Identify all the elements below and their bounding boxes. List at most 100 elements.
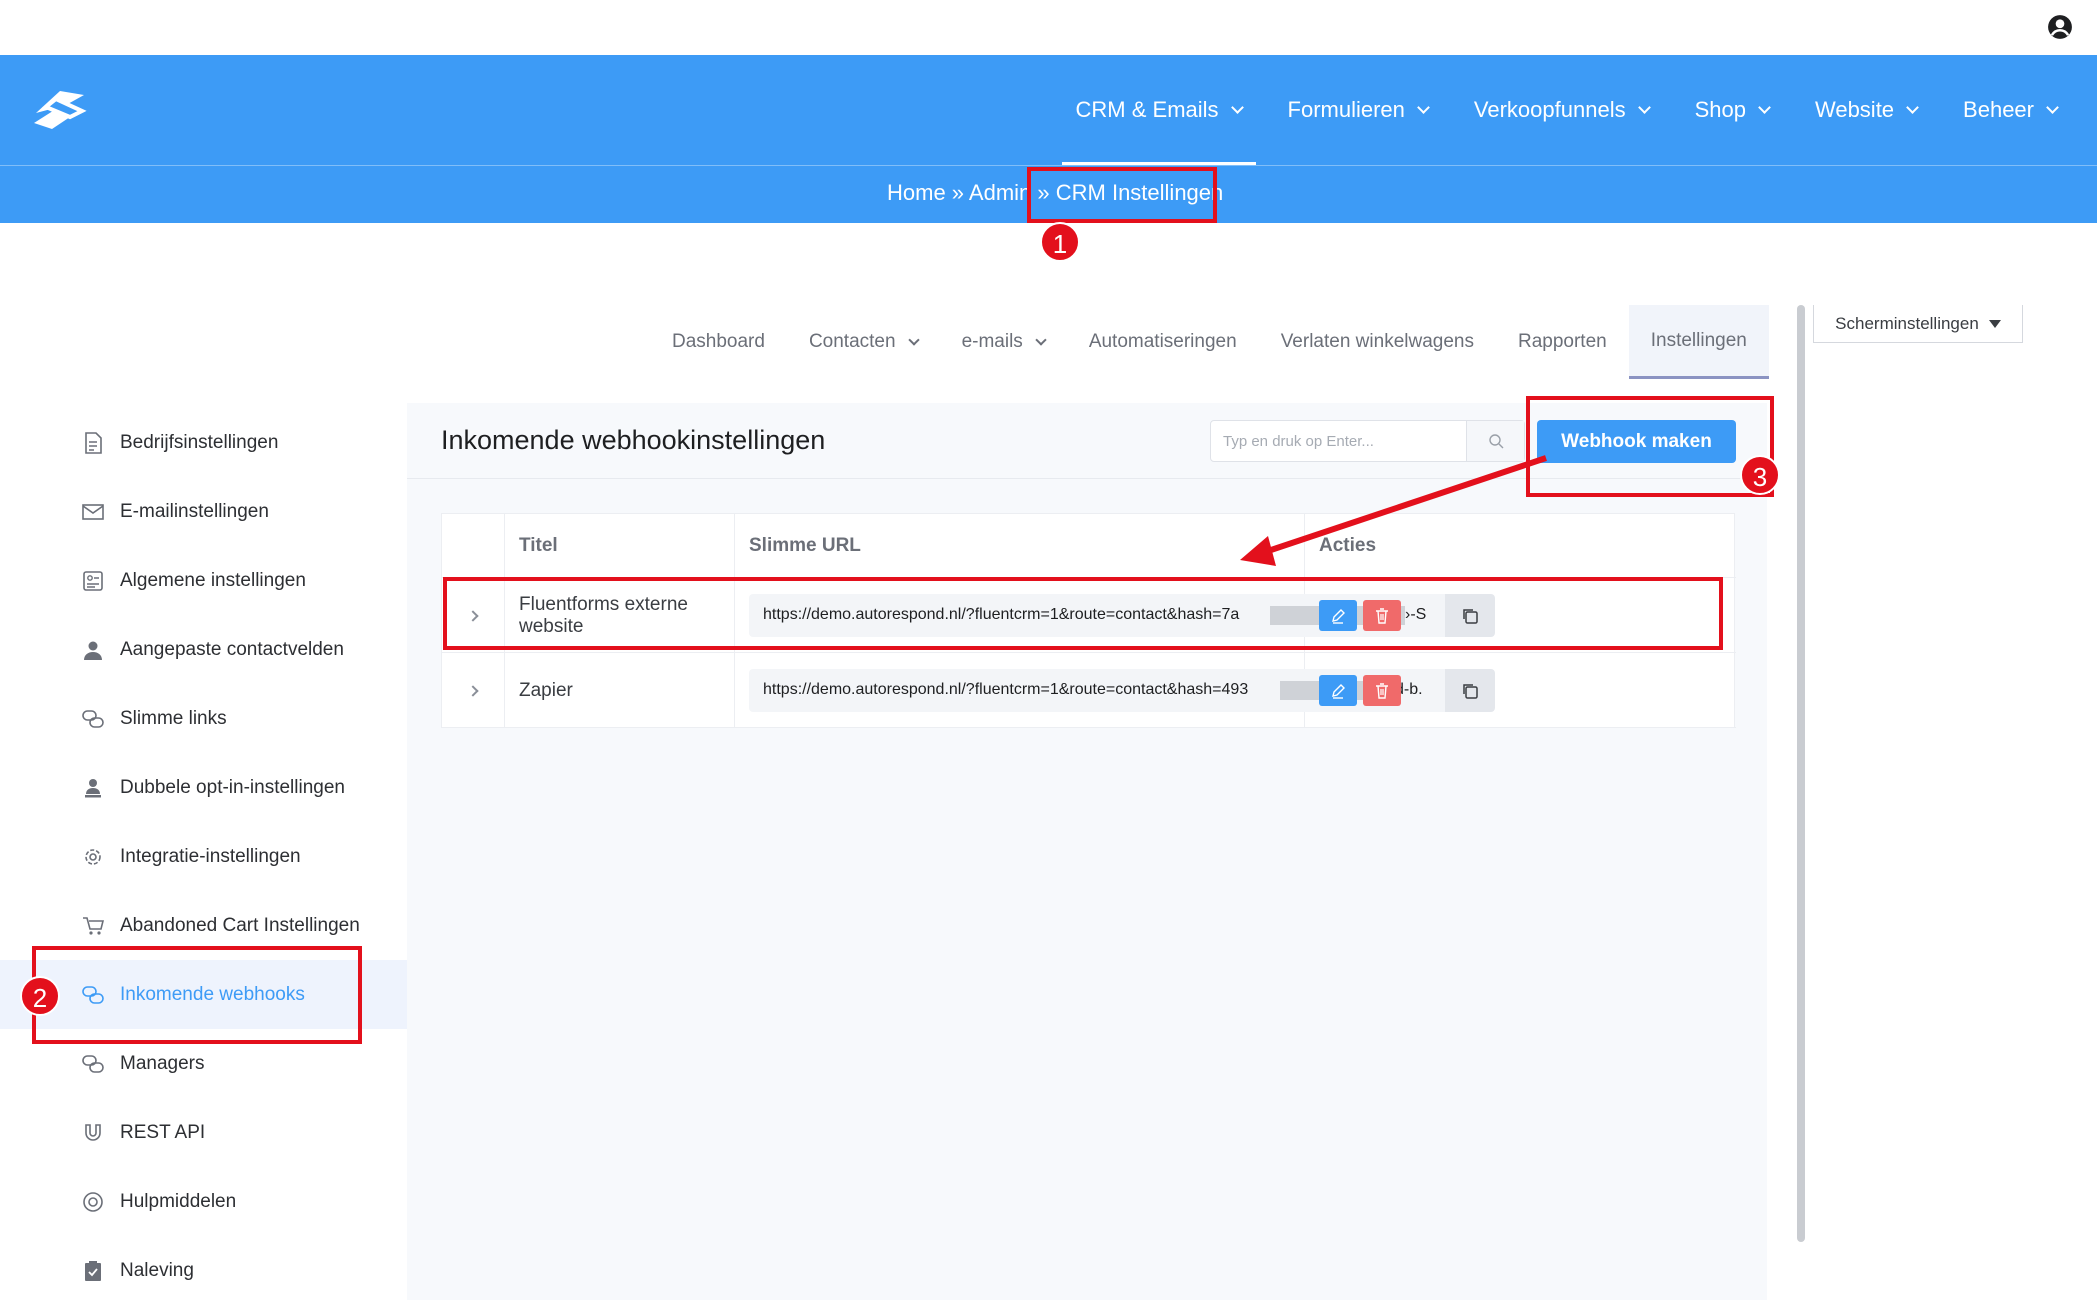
sidebar-item-slimme-links[interactable]: Slimme links xyxy=(0,684,407,753)
annotation-badge-2: 2 xyxy=(20,976,60,1016)
nav-label: Formulieren xyxy=(1287,97,1405,122)
pencil-icon xyxy=(1332,683,1345,699)
sidebar-item-label: Aangepaste contactvelden xyxy=(120,638,344,660)
top-bar xyxy=(0,0,2097,55)
sidebar-item-label: Algemene instellingen xyxy=(120,569,306,591)
sidebar-item-label: Abandoned Cart Instellingen xyxy=(120,914,360,936)
crm-tabs: Dashboard Contacten e-mails Automatiseri… xyxy=(650,305,1769,379)
smart-url-text: https://demo.autorespond.nl/?fluentcrm=1… xyxy=(763,681,1249,698)
chevron-down-icon xyxy=(907,333,920,346)
link-icon xyxy=(82,1053,104,1075)
link-icon xyxy=(82,708,104,730)
column-titel: Titel xyxy=(505,514,735,578)
main-nav: CRM & Emails Formulieren Verkoopfunnels … xyxy=(1030,55,2059,165)
tab-label: e-mails xyxy=(961,331,1023,352)
expand-column-header xyxy=(442,514,505,578)
nav-formulieren[interactable]: Formulieren xyxy=(1287,55,1430,165)
search-button[interactable] xyxy=(1466,421,1524,461)
cart-icon xyxy=(82,915,104,937)
sidebar-item-label: Hulpmiddelen xyxy=(120,1190,237,1212)
row-url-cell: https://demo.autorespond.nl/?fluentcrm=1… xyxy=(735,653,1495,728)
webhook-settings-panel: Inkomende webhookinstellingen Webhook ma… xyxy=(407,403,1767,1300)
sidebar-item-label: REST API xyxy=(120,1121,206,1143)
nav-label: CRM & Emails xyxy=(1075,97,1219,122)
tab-label: Rapporten xyxy=(1517,331,1607,352)
main-header: CRM & Emails Formulieren Verkoopfunnels … xyxy=(0,55,2097,165)
tab-emails[interactable]: e-mails xyxy=(940,305,1067,379)
annotation-box-create-button xyxy=(1526,396,1774,497)
sidebar-item-label: E-mailinstellingen xyxy=(120,500,269,522)
vertical-scrollbar[interactable] xyxy=(1797,305,1805,1242)
chevron-down-icon xyxy=(1417,101,1430,114)
search-icon xyxy=(1488,434,1503,449)
row-expand-button[interactable] xyxy=(442,653,505,728)
screen-settings-label: Scherminstellingen xyxy=(1835,313,1979,333)
delete-button[interactable] xyxy=(1363,675,1401,706)
search-box xyxy=(1210,420,1525,462)
sidebar-item-dubbele-opt-in[interactable]: Dubbele opt-in-instellingen xyxy=(0,753,407,822)
chevron-down-icon xyxy=(2046,101,2059,114)
user-circle-icon[interactable] xyxy=(2047,14,2073,40)
tab-label: Automatiseringen xyxy=(1088,331,1237,352)
clipboard-icon xyxy=(82,1260,104,1282)
sidebar-item-label: Integratie-instellingen xyxy=(120,845,301,867)
lifebuoy-icon xyxy=(82,1191,104,1213)
sidebar-item-aangepaste-contactvelden[interactable]: Aangepaste contactvelden xyxy=(0,615,407,684)
tab-label: Contacten xyxy=(808,331,896,352)
table-header: Titel Slimme URL Acties xyxy=(442,514,1736,578)
sidebar-item-label: Naleving xyxy=(120,1259,194,1281)
nav-crm-emails[interactable]: CRM & Emails xyxy=(1061,55,1256,165)
sidebar-item-hulpmiddelen[interactable]: Hulpmiddelen xyxy=(0,1167,407,1236)
tab-instellingen[interactable]: Instellingen xyxy=(1628,305,1769,379)
nav-shop[interactable]: Shop xyxy=(1694,55,1771,165)
user-stamp-icon xyxy=(82,777,104,799)
caret-down-icon xyxy=(1988,319,2001,328)
edit-button[interactable] xyxy=(1319,675,1357,706)
sidebar-item-bedrijfsinstellingen[interactable]: Bedrijfsinstellingen xyxy=(0,408,407,477)
tab-contacten[interactable]: Contacten xyxy=(787,305,940,379)
nav-label: Verkoopfunnels xyxy=(1473,97,1626,122)
settings-card-icon xyxy=(82,570,104,592)
sidebar-item-rest-api[interactable]: REST API xyxy=(0,1098,407,1167)
tab-automatiseringen[interactable]: Automatiseringen xyxy=(1067,305,1259,379)
annotation-badge-3: 3 xyxy=(1740,455,1780,495)
column-slimme-url: Slimme URL xyxy=(735,514,1305,578)
envelope-icon xyxy=(82,501,104,523)
app-logo[interactable] xyxy=(26,83,92,137)
annotation-box-sidebar xyxy=(32,946,362,1044)
chevron-down-icon xyxy=(1035,333,1047,346)
nav-website[interactable]: Website xyxy=(1814,55,1919,165)
nav-label: Shop xyxy=(1694,97,1746,122)
sidebar-item-algemene-instellingen[interactable]: Algemene instellingen xyxy=(0,546,407,615)
nav-label: Website xyxy=(1814,97,1895,122)
chevron-right-icon xyxy=(467,684,479,697)
tab-dashboard[interactable]: Dashboard xyxy=(650,305,787,379)
nav-beheer[interactable]: Beheer xyxy=(1963,55,2059,165)
tab-label: Dashboard xyxy=(672,331,765,352)
trash-icon xyxy=(1376,682,1388,699)
chevron-down-icon xyxy=(1637,101,1651,114)
search-input[interactable] xyxy=(1211,421,1466,461)
nav-verkoopfunnels[interactable]: Verkoopfunnels xyxy=(1473,55,1651,165)
sidebar-item-label: Slimme links xyxy=(120,707,227,729)
chevron-down-icon xyxy=(1758,101,1771,114)
row-actions xyxy=(1305,653,1736,728)
page-title: Inkomende webhookinstellingen xyxy=(441,425,826,455)
chevron-down-icon xyxy=(1906,101,1919,114)
person-icon xyxy=(82,639,104,661)
sidebar-item-naleving[interactable]: Naleving xyxy=(0,1236,407,1305)
tab-label: Verlaten winkelwagens xyxy=(1280,331,1474,352)
sidebar-item-e-mailinstellingen[interactable]: E-mailinstellingen xyxy=(0,477,407,546)
document-icon xyxy=(82,431,104,454)
gear-icon xyxy=(82,846,104,868)
chevron-down-icon xyxy=(1230,101,1244,114)
tab-rapporten[interactable]: Rapporten xyxy=(1496,305,1629,379)
screen-settings-button[interactable]: Scherminstellingen xyxy=(1813,305,2023,343)
tab-verlaten-winkelwagens[interactable]: Verlaten winkelwagens xyxy=(1259,305,1496,379)
table-row: Zapier https://demo.autorespond.nl/?flue… xyxy=(442,653,1736,728)
sidebar-item-integratie-instellingen[interactable]: Integratie-instellingen xyxy=(0,822,407,891)
row-title: Zapier xyxy=(505,653,735,728)
sidebar-item-label: Bedrijfsinstellingen xyxy=(120,431,279,453)
settings-sidebar: Bedrijfsinstellingen E-mailinstellingen … xyxy=(0,400,407,1300)
sidebar-item-label: Dubbele opt-in-instellingen xyxy=(120,776,345,798)
